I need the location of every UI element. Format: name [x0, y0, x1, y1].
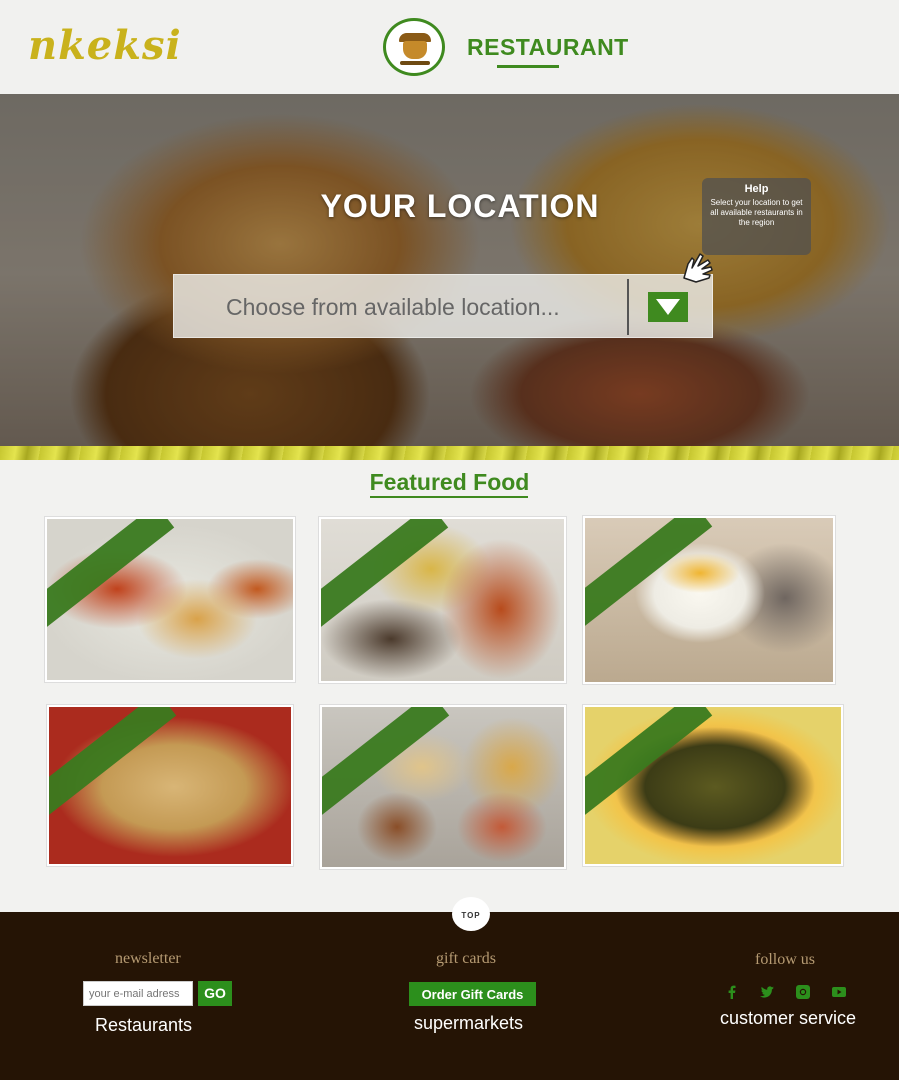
featured-food-card[interactable]	[319, 517, 566, 683]
newsletter-go-button[interactable]: GO	[198, 981, 232, 1006]
location-placeholder: Choose from available location...	[226, 294, 560, 320]
featured-title-underline	[370, 496, 528, 498]
featured-food-card[interactable]	[47, 705, 293, 866]
logo-text-a: nke	[28, 22, 114, 69]
facebook-icon[interactable]	[724, 984, 740, 1000]
newsletter-email-input[interactable]	[83, 981, 193, 1006]
back-to-top-button[interactable]: TOP	[452, 897, 490, 931]
food-photo	[47, 519, 293, 680]
hero-brush-border	[0, 446, 899, 460]
site-header: nkeksi RESTAURANT	[0, 0, 899, 94]
featured-food-card[interactable]	[583, 516, 835, 684]
youtube-icon[interactable]	[831, 984, 847, 1000]
help-text: Select your location to get all availabl…	[710, 198, 803, 227]
featured-food-card[interactable]	[45, 517, 295, 682]
dropdown-toggle-button[interactable]	[648, 292, 688, 322]
twitter-icon[interactable]	[759, 984, 775, 1000]
featured-food-card[interactable]	[320, 705, 566, 869]
instagram-icon[interactable]	[795, 984, 811, 1000]
help-tooltip: Help Select your location to get all ava…	[702, 178, 811, 255]
food-photo	[321, 519, 564, 681]
featured-food-title: Featured Food	[369, 469, 530, 495]
triangle-down-icon	[656, 299, 680, 315]
location-dropdown[interactable]: Choose from available location...	[173, 274, 713, 338]
restaurant-pot-icon[interactable]	[383, 18, 445, 76]
section-title-underline	[497, 65, 559, 68]
restaurants-link[interactable]: Restaurants	[95, 1015, 192, 1036]
site-logo[interactable]: nkeksi	[28, 22, 182, 69]
featured-food-card[interactable]	[583, 705, 843, 866]
section-title[interactable]: RESTAURANT	[467, 34, 629, 61]
food-photo	[585, 707, 841, 864]
customer-service-link[interactable]: customer service	[720, 1008, 856, 1029]
help-title: Help	[744, 183, 769, 195]
gift-cards-heading: gift cards	[436, 950, 496, 967]
food-photo	[585, 518, 833, 682]
dropdown-divider	[627, 279, 629, 335]
hero-banner: YOUR LOCATION Choose from available loca…	[0, 94, 899, 454]
logo-text-b: ksi	[113, 22, 182, 69]
supermarkets-link[interactable]: supermarkets	[414, 1013, 523, 1034]
follow-us-heading: follow us	[755, 951, 815, 968]
food-photo	[322, 707, 564, 867]
order-gift-cards-button[interactable]: Order Gift Cards	[409, 982, 536, 1006]
newsletter-heading: newsletter	[115, 950, 181, 967]
pointing-hand-icon	[683, 253, 713, 283]
